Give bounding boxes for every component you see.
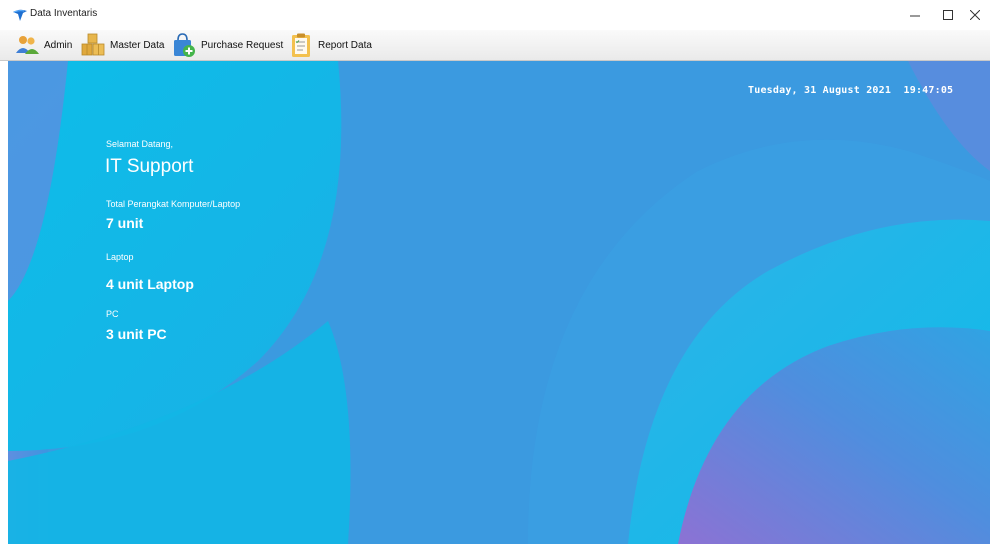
clipboard-icon	[292, 33, 310, 57]
users-icon	[16, 36, 39, 54]
pc-count-value: 3 unit PC	[106, 326, 167, 342]
menu-item-master-data[interactable]: Master Data	[80, 30, 164, 60]
maximize-icon	[943, 10, 953, 20]
menu-item-label: Master Data	[110, 39, 165, 51]
datetime-display: Tuesday, 31 August 2021 19:47:05	[748, 85, 954, 96]
window-title: Data Inventaris	[30, 8, 98, 19]
boxes-icon	[81, 33, 105, 56]
user-name: IT Support	[105, 156, 194, 177]
menu-item-label: Report Data	[318, 39, 372, 51]
app-logo-icon	[13, 9, 27, 21]
dashboard-panel: Tuesday, 31 August 2021 19:47:05 Selamat…	[8, 61, 990, 544]
menu-item-admin[interactable]: Admin	[14, 30, 72, 60]
total-devices-label: Total Perangkat Komputer/Laptop	[106, 199, 241, 209]
welcome-label: Selamat Datang,	[106, 139, 174, 149]
total-devices-value: 7 unit	[106, 215, 144, 231]
shopping-bag-add-icon	[174, 33, 195, 57]
menu-item-purchase-request[interactable]: Purchase Request	[171, 30, 283, 60]
close-button[interactable]	[958, 0, 990, 30]
menu-item-label: Purchase Request	[201, 39, 284, 51]
close-icon	[970, 10, 980, 20]
laptop-label: Laptop	[106, 252, 134, 262]
background-waves	[8, 61, 990, 544]
menu-bar: Admin Master Data Purchase Request Repor…	[0, 30, 990, 61]
menu-item-report-data[interactable]: Report Data	[288, 30, 372, 60]
minimize-icon	[910, 15, 920, 17]
pc-label: PC	[106, 309, 119, 319]
window-border	[0, 61, 8, 544]
laptop-count-value: 4 unit Laptop	[106, 276, 194, 292]
minimize-button[interactable]	[898, 0, 932, 30]
menu-item-label: Admin	[44, 39, 73, 51]
title-bar: Data Inventaris	[0, 0, 990, 30]
